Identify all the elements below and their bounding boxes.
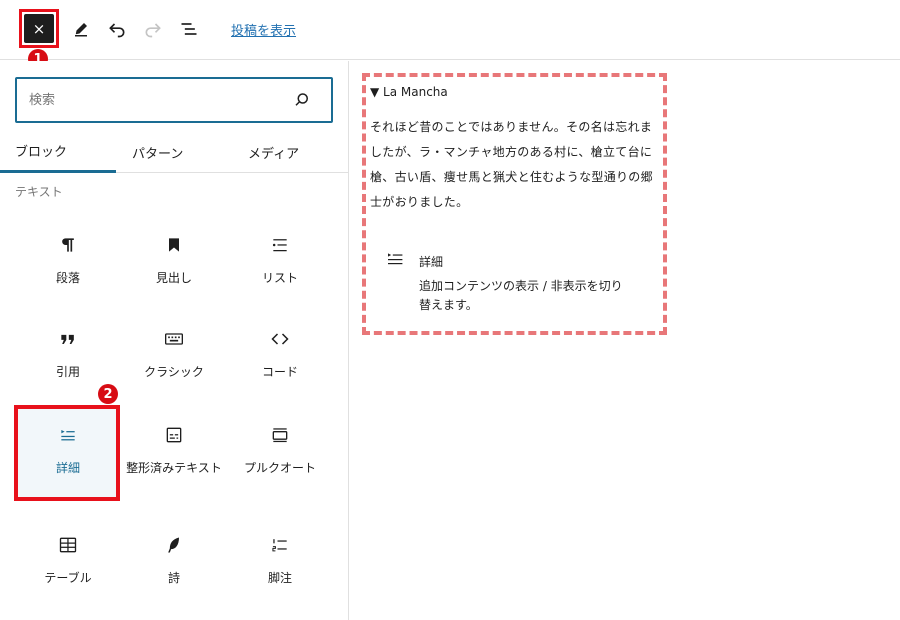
search-input[interactable] [29,89,289,111]
inserter-tabs: ブロック パターン メディア [0,131,349,173]
footnotes-icon [272,539,287,552]
block-preview-panel: ▼ La Mancha それほど昔のことではありません。その名は忘れま したが、… [362,73,667,335]
paragraph-line: 槍、古い盾、痩せ馬と猟犬と住むような型通りの郷 [370,170,653,184]
description-line: 追加コンテンツの表示 / 非表示を切り [419,279,623,293]
search-icon [295,93,308,106]
close-button-highlight: × [19,9,59,48]
tab-patterns[interactable]: パターン [132,131,183,173]
block-label: コード [261,365,298,379]
close-inserter-button[interactable]: × [24,14,54,43]
table-icon [59,537,77,553]
block-label: 段落 [55,271,80,285]
top-toolbar: × 投稿を表示 [0,0,900,60]
block-label: 整形済みテキスト [126,461,222,475]
block-item-pullquote[interactable]: プルクオート [228,407,332,499]
paragraph-icon [62,238,74,252]
bookmark-heading-icon [169,238,179,252]
block-label: 詳細 [55,461,80,475]
block-item-table[interactable]: テーブル [16,517,120,609]
search-box [15,77,333,123]
feather-verse-icon [168,537,179,553]
block-inserter-sidebar: ブロック パターン メディア テキスト 段落 見出し リスト 引用 クラシック … [0,61,349,620]
description-line: 替えます。 [419,298,478,312]
tab-blocks[interactable]: ブロック [0,131,116,173]
block-item-details[interactable]: 詳細 [16,407,120,499]
redo-icon [145,23,161,38]
edit-tools-button[interactable] [69,17,93,41]
paragraph-line: 士がおりました。 [370,195,469,209]
block-label: 脚注 [267,571,292,585]
list-view-icon [181,23,197,35]
block-item-verse[interactable]: 詩 [122,517,226,609]
category-label-text: テキスト [15,185,63,199]
block-info-description: 追加コンテンツの表示 / 非表示を切り 替えます。 [419,277,649,315]
block-label: クラシック [144,365,204,379]
block-label: 見出し [155,271,192,285]
details-icon [61,430,75,441]
paragraph-line: したが、ラ・マンチャ地方のある村に、槍立て台に [370,145,653,159]
block-item-footnotes[interactable]: 脚注 [228,517,332,609]
block-label: テーブル [44,571,92,585]
close-icon: × [32,19,46,38]
undo-icon [109,23,125,38]
block-label: プルクオート [243,461,316,475]
block-label: 詩 [167,571,180,585]
block-item-paragraph[interactable]: 段落 [16,217,120,309]
details-icon [388,253,403,265]
code-icon [271,333,289,345]
preview-paragraph: それほど昔のことではありません。その名は忘れま したが、ラ・マンチャ地方のある村… [370,115,662,215]
block-item-preformatted[interactable]: 整形済みテキスト [122,407,226,499]
redo-button[interactable] [141,17,165,41]
block-info-title: 詳細 [419,255,444,269]
paragraph-line: それほど昔のことではありません。その名は忘れま [370,120,653,134]
block-label: 引用 [55,365,80,379]
pullquote-icon [272,428,288,443]
details-summary: ▼ La Mancha [370,85,448,99]
keyboard-icon [165,333,183,345]
block-item-heading[interactable]: 見出し [122,217,226,309]
view-post-link[interactable]: 投稿を表示 [231,20,296,39]
block-item-code[interactable]: コード [228,311,332,403]
pencil-icon [75,23,87,37]
quote-icon [61,334,74,344]
block-item-classic[interactable]: クラシック [122,311,226,403]
document-overview-button[interactable] [177,17,201,41]
preformatted-icon [166,427,182,443]
undo-button[interactable] [105,17,129,41]
list-icon [272,239,287,252]
block-item-list[interactable]: リスト [228,217,332,309]
block-label: リスト [261,271,298,285]
tab-media[interactable]: メディア [248,131,299,173]
annotation-badge-2: 2 [98,384,118,404]
